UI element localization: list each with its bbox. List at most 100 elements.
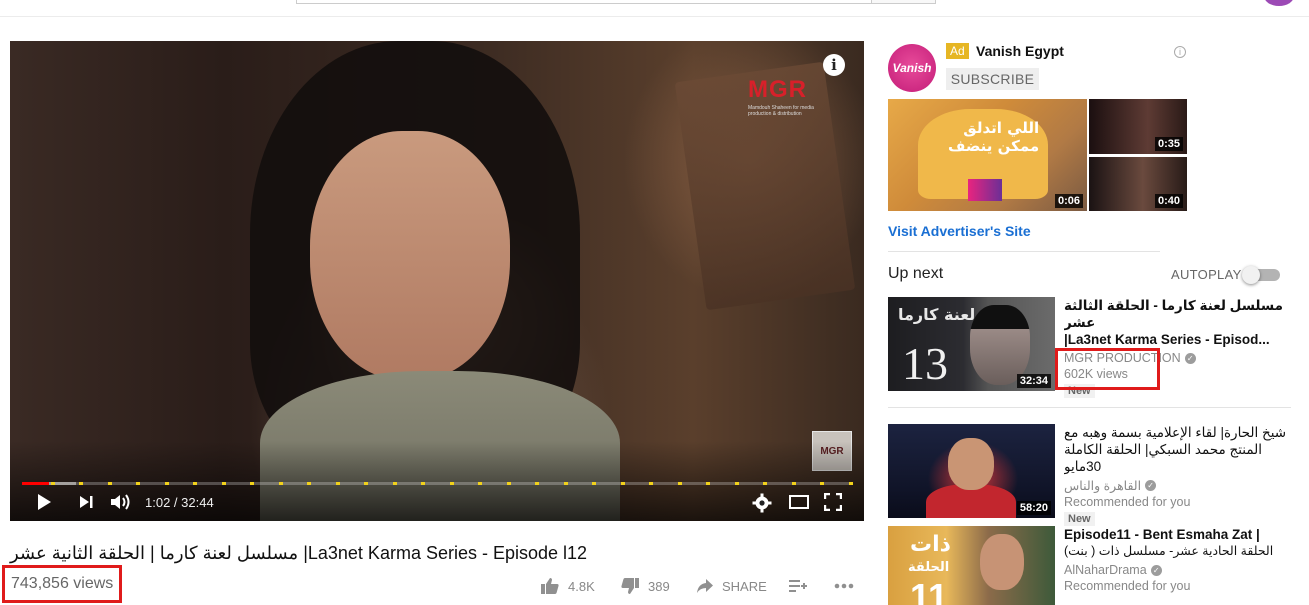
- autoplay-label: AUTOPLAY: [1171, 267, 1242, 282]
- ad-video-thumbnail[interactable]: 0:40: [1089, 157, 1187, 211]
- view-count: 743,856 views: [2, 565, 122, 603]
- recommendation-title-line-1[interactable]: مسلسل لعنة كارما - الحلقة الثالثة عشر: [1064, 297, 1294, 331]
- share-button[interactable]: SHARE: [696, 575, 767, 597]
- volume-icon: [111, 494, 130, 510]
- ad-marker: [506, 482, 511, 485]
- ad-marker: [364, 482, 368, 485]
- ad-marker: [136, 482, 140, 485]
- more-actions-button[interactable]: [834, 575, 854, 597]
- progress-bar[interactable]: [22, 482, 853, 485]
- ad-video-thumbnail[interactable]: 0:35: [1089, 99, 1187, 154]
- recommendation-channel[interactable]: AlNaharDrama ✓: [1064, 563, 1294, 577]
- thumbnail-duration: 58:20: [1016, 501, 1051, 515]
- more-horizontal-icon: [834, 583, 854, 589]
- recommendation-meta[interactable]: شيخ الحارة| لقاء الإعلامية بسمة وهبه مع …: [1064, 424, 1294, 527]
- logo-text: MGR: [748, 76, 807, 103]
- recommendation-meta[interactable]: Episode11 - Bent Esmaha Zat | الحلقة الح…: [1064, 526, 1294, 593]
- divider: [888, 251, 1160, 252]
- controls-gradient: [10, 441, 864, 521]
- ad-marker: [820, 482, 824, 485]
- recommendation-item[interactable]: 58:20 شيخ الحارة| لقاء الإعلامية بسمة وه…: [888, 424, 1298, 526]
- thumbnail-overlay-text: ذات: [910, 532, 951, 557]
- video-player[interactable]: MGR Mamdouh Shaheen for media production…: [10, 41, 864, 521]
- thumbnail-overlay-text: الحلقة: [908, 560, 950, 575]
- visit-advertiser-link[interactable]: Visit Advertiser's Site: [888, 223, 1031, 239]
- settings-button[interactable]: [752, 493, 772, 513]
- ad-marker: [250, 482, 254, 485]
- ad-marker: [563, 482, 568, 485]
- thumbnail-product: [968, 179, 1002, 201]
- verified-icon: ✓: [1150, 564, 1162, 576]
- subscribe-button[interactable]: SUBSCRIBE: [946, 68, 1039, 90]
- thumbnail-duration: 0:40: [1154, 194, 1183, 208]
- play-button[interactable]: [36, 493, 52, 513]
- thumbnail-episode-number: 11: [910, 576, 949, 605]
- ad-marker: [706, 482, 710, 485]
- recommendation-thumbnail[interactable]: 58:20: [888, 424, 1055, 518]
- ad-badge: Ad: [946, 43, 969, 59]
- up-next-heading: Up next: [888, 265, 944, 282]
- like-button[interactable]: 4.8K: [540, 575, 595, 597]
- thumbnail-duration: 0:06: [1054, 194, 1083, 208]
- ad-marker: [50, 482, 55, 485]
- highlight-box: [1055, 348, 1160, 390]
- recommendation-title-line-2[interactable]: الحلقة الحادية عشر- مسلسل ذات ( بنت): [1064, 543, 1294, 560]
- ad-marker: [107, 482, 112, 485]
- recommendation-thumbnail[interactable]: ذات الحلقة 11: [888, 526, 1055, 605]
- advertiser-name[interactable]: Vanish Egypt: [976, 43, 1064, 59]
- ad-video-thumbnail[interactable]: اللي اتدلق ممكن ينضف 0:06: [888, 99, 1087, 211]
- new-badge: New: [1064, 512, 1095, 526]
- search-button[interactable]: [871, 0, 936, 4]
- recommendation-channel[interactable]: القاهرة والناس ✓: [1064, 478, 1294, 493]
- autoplay-toggle-knob[interactable]: [1242, 266, 1260, 284]
- skip-next-icon: [80, 496, 93, 508]
- recommendation-title-line-1[interactable]: شيخ الحارة| لقاء الإعلامية بسمة وهبه مع: [1064, 424, 1294, 441]
- dislike-button[interactable]: 389: [620, 575, 670, 597]
- ad-marker: [79, 482, 83, 485]
- advertiser-avatar[interactable]: Vanish: [888, 44, 936, 92]
- masthead: [0, 0, 1309, 17]
- fullscreen-button[interactable]: [823, 492, 843, 513]
- thumbnail-overlay-text: اللي اتدلق ممكن ينضف: [948, 119, 1040, 155]
- video-person-face: [310, 131, 510, 381]
- ad-marker: [649, 482, 653, 485]
- autoplay-toggle[interactable]: [1242, 266, 1280, 284]
- recommendation-title-line-2[interactable]: |La3net Karma Series - Episod...: [1064, 331, 1294, 348]
- thumbnail-portrait: [980, 534, 1024, 590]
- thumbnail-duration: 0:35: [1154, 137, 1183, 151]
- verified-icon: ✓: [1145, 480, 1157, 491]
- thumbnail-portrait: [948, 438, 994, 490]
- ad-marker: [449, 482, 454, 485]
- ad-marker: [221, 482, 226, 485]
- theater-mode-button[interactable]: [788, 493, 810, 513]
- ad-marker: [421, 482, 425, 485]
- ad-marker: [307, 482, 311, 485]
- recommendation-title-line-1[interactable]: Episode11 - Bent Esmaha Zat |: [1064, 526, 1294, 543]
- logo-subtext: Mamdouh Shaheen for media production & d…: [748, 105, 814, 117]
- next-button[interactable]: [78, 493, 94, 513]
- thumbs-down-icon: [621, 578, 639, 594]
- channel-name[interactable]: AlNaharDrama: [1064, 563, 1147, 577]
- recommendation-thumbnail[interactable]: لعنة كارما 13 32:34: [888, 297, 1055, 391]
- recommendation-title-line-2[interactable]: المنتج محمد السبكي| الحلقة الكاملة 30ماي…: [1064, 441, 1294, 475]
- info-card-icon[interactable]: i: [823, 54, 845, 76]
- ad-marker: [592, 482, 596, 485]
- share-label: SHARE: [722, 578, 767, 594]
- account-avatar[interactable]: [1264, 0, 1294, 6]
- ad-info-icon[interactable]: i: [1174, 46, 1186, 58]
- play-icon: [38, 494, 51, 510]
- search-input[interactable]: [296, 0, 872, 4]
- ad-marker: [734, 482, 739, 485]
- volume-button[interactable]: [110, 493, 132, 513]
- ad-marker: [278, 482, 283, 485]
- thumbnail-duration: 32:34: [1016, 374, 1051, 388]
- ad-marker: [335, 482, 340, 485]
- add-to-playlist-button[interactable]: [788, 575, 808, 597]
- ad-marker: [478, 482, 482, 485]
- recommendation-reason: Recommended for you: [1064, 495, 1191, 509]
- ad-marker: [620, 482, 625, 485]
- channel-name[interactable]: القاهرة والناس: [1064, 478, 1141, 493]
- thumbnail-episode-number: 13: [902, 338, 948, 389]
- recommendation-item[interactable]: ذات الحلقة 11 Episode11 - Bent Esmaha Za…: [888, 526, 1298, 605]
- ad-marker: [848, 482, 853, 485]
